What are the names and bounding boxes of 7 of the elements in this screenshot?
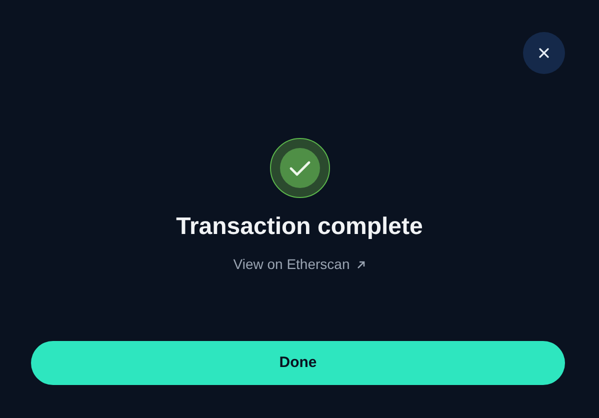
- check-icon: [270, 138, 330, 198]
- close-icon: [539, 48, 549, 58]
- done-button[interactable]: Done: [31, 341, 565, 385]
- etherscan-link[interactable]: View on Etherscan: [233, 254, 366, 275]
- close-button[interactable]: [523, 32, 565, 74]
- external-link-icon: [356, 260, 366, 270]
- dialog-title: Transaction complete: [176, 212, 423, 242]
